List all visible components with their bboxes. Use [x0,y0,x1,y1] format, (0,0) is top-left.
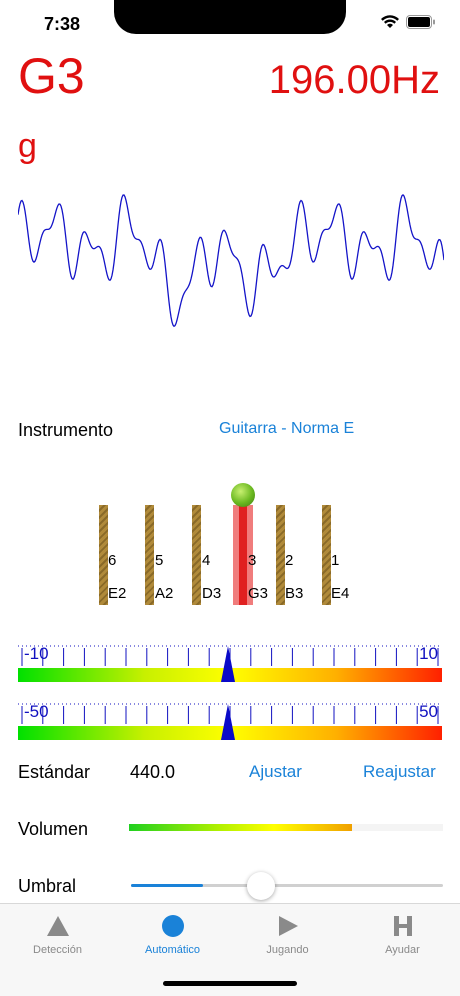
coarse-tuning-meter: -50 50 [18,700,442,740]
adjust-button[interactable]: Ajustar [249,762,302,782]
meter-max-label: 10 [419,644,438,663]
tab-automatico[interactable]: Automático [115,904,230,974]
meter-needle-icon [221,646,235,682]
standard-label: Estándar [18,762,91,782]
meter-max-label: 50 [419,702,438,721]
string-1[interactable] [322,505,331,605]
waveform-line [18,194,444,328]
threshold-slider[interactable] [131,872,443,900]
tab-label: Detección [33,944,82,956]
string-name: A2 [155,585,174,602]
volume-label: Volumen [18,819,89,839]
string-2[interactable] [276,505,285,605]
battery-icon [406,15,435,29]
string-number: 3 [248,552,257,569]
status-time: 7:38 [44,14,81,34]
wifi-icon [381,15,399,28]
slider-thumb[interactable] [246,872,275,900]
detected-note: G3 [18,48,85,104]
frequency-unit: Hz [391,58,440,102]
status-bar: 7:38 [0,0,460,50]
tab-ayudar[interactable]: Ayudar [345,904,460,974]
string-5[interactable] [145,505,154,605]
frequency-value: 196.00 [268,58,392,102]
volume-level [129,824,352,831]
string-name: D3 [202,585,222,602]
string-6[interactable] [99,505,108,605]
instrument-label: Instrumento [18,420,114,440]
string-name: E2 [108,585,127,602]
triangle-icon [47,916,69,936]
string-name: B3 [285,585,304,602]
h-icon [394,916,412,936]
meter-needle-icon [221,704,235,740]
meter-min-label: -50 [24,702,49,721]
tab-jugando[interactable]: Jugando [230,904,345,974]
string-name: G3 [248,585,269,602]
volume-meter [129,824,443,831]
active-string-bar [239,505,247,605]
string-number: 2 [285,552,294,569]
slider-fill [131,884,203,887]
in-tune-indicator-icon [231,483,255,507]
string-name: E4 [331,585,350,602]
circle-icon [162,915,184,937]
tab-label: Ayudar [385,944,420,956]
tab-deteccion[interactable]: Detección [0,904,115,974]
threshold-label: Umbral [18,876,77,896]
tab-label: Jugando [266,944,309,956]
string-number: 5 [155,552,164,569]
standard-value: 440.0 [130,762,176,782]
notch [114,0,346,34]
tab-label: Automático [144,944,201,956]
fine-tuning-meter: -10 10 [18,642,442,682]
string-4[interactable] [192,505,201,605]
meter-min-label: -10 [24,644,49,663]
play-icon [279,916,298,936]
frequency-readout: 196.00Hz [269,58,440,102]
home-indicator [163,981,297,986]
string-number: 1 [331,552,340,569]
string-selector: 6 5 4 3 2 1 E2 A2 D3 G3 B3 E4 [0,480,460,610]
readjust-button[interactable]: Reajustar [363,762,436,782]
string-number: 6 [108,552,117,569]
waveform [18,194,444,328]
string-number: 4 [202,552,211,569]
instrument-selector[interactable]: Guitarra - Norma E [219,420,354,438]
